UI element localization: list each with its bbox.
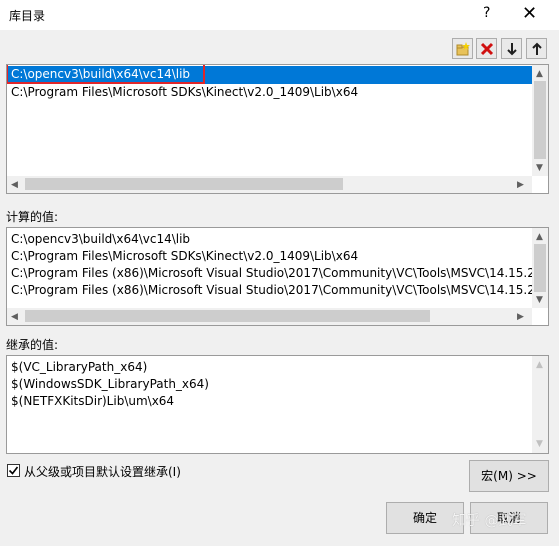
inherit-checkbox[interactable] <box>7 464 20 477</box>
scroll-right-arrow-icon[interactable]: ▶ <box>517 179 524 191</box>
scroll-left-arrow-icon[interactable]: ◀ <box>11 179 18 191</box>
inherited-values-list: $(VC_LibraryPath_x64) $(WindowsSDK_Libra… <box>6 355 549 454</box>
scroll-thumb[interactable] <box>25 178 343 190</box>
move-down-button[interactable] <box>501 38 522 59</box>
watermark: 知乎 @武军 <box>452 513 527 529</box>
computed-line: C:\opencv3\build\x64\vc14\lib <box>11 232 191 246</box>
close-button[interactable]: ✕ <box>522 3 537 24</box>
window-title: 库目录 <box>9 9 46 23</box>
computed-values-list: C:\opencv3\build\x64\vc14\lib C:\Program… <box>6 227 549 326</box>
scroll-thumb[interactable] <box>534 81 546 159</box>
horizontal-scrollbar[interactable]: ◀ ▶ <box>7 308 532 325</box>
vertical-scrollbar[interactable]: ▲ ▼ <box>532 65 548 176</box>
arrow-up-icon <box>532 42 542 55</box>
macro-button[interactable]: 宏(M) >> <box>469 460 549 492</box>
horizontal-scrollbar[interactable]: ◀ ▶ <box>7 176 532 193</box>
directory-editor[interactable]: C:\opencv3\build\x64\vc14\lib C:\Program… <box>6 64 549 194</box>
inherited-line: $(WindowsSDK_LibraryPath_x64) <box>11 377 209 391</box>
scroll-up-arrow-icon[interactable]: ▲ <box>536 359 543 371</box>
folder-new-icon <box>456 42 470 56</box>
inherit-checkbox-label[interactable]: 从父级或项目默认设置继承(I) <box>24 463 181 480</box>
new-line-button[interactable] <box>452 38 473 59</box>
computed-line: C:\Program Files (x86)\Microsoft Visual … <box>11 266 543 280</box>
scroll-thumb[interactable] <box>534 244 546 292</box>
scroll-down-arrow-icon[interactable]: ▼ <box>536 438 543 450</box>
computed-line: C:\Program Files (x86)\Microsoft Visual … <box>11 283 543 297</box>
scroll-down-arrow-icon[interactable]: ▼ <box>536 294 543 306</box>
inherited-line: $(NETFXKitsDir)Lib\um\x64 <box>11 394 175 408</box>
computed-label: 计算的值: <box>6 210 59 224</box>
help-button[interactable]: ? <box>483 5 490 21</box>
delete-button[interactable] <box>476 38 497 59</box>
vertical-scrollbar[interactable]: ▲ ▼ <box>532 228 548 308</box>
vertical-scrollbar[interactable]: ▲ ▼ <box>532 356 548 453</box>
checkmark-icon <box>8 466 19 475</box>
scroll-left-arrow-icon[interactable]: ◀ <box>11 311 18 323</box>
scroll-right-arrow-icon[interactable]: ▶ <box>517 311 524 323</box>
inherited-line: $(VC_LibraryPath_x64) <box>11 360 148 374</box>
delete-icon <box>480 42 494 56</box>
scroll-thumb[interactable] <box>25 310 430 322</box>
editor-line[interactable]: C:\Program Files\Microsoft SDKs\Kinect\v… <box>11 84 358 101</box>
title-bar: 库目录 ? ✕ <box>0 0 559 30</box>
scroll-up-arrow-icon[interactable]: ▲ <box>536 68 543 80</box>
scroll-up-arrow-icon[interactable]: ▲ <box>536 231 543 243</box>
move-up-button[interactable] <box>526 38 547 59</box>
arrow-down-icon <box>507 43 517 56</box>
highlight-box <box>7 65 205 84</box>
inherited-label: 继承的值: <box>6 338 59 352</box>
computed-line: C:\Program Files\Microsoft SDKs\Kinect\v… <box>11 249 359 263</box>
scroll-down-arrow-icon[interactable]: ▼ <box>536 162 543 174</box>
